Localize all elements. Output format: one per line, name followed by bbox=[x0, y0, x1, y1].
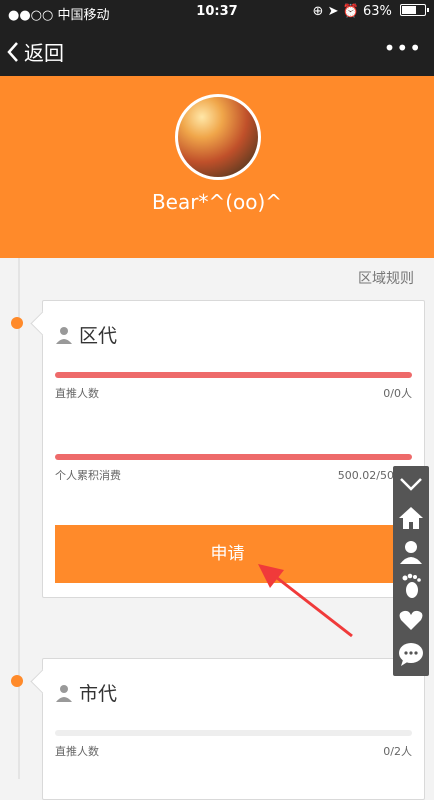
footprint-icon bbox=[402, 573, 421, 598]
chevron-left-icon bbox=[7, 41, 18, 62]
metric-label: 直推人数 bbox=[55, 745, 99, 758]
alarm-icon: ⏰ bbox=[342, 4, 359, 19]
progress-bar-spending bbox=[55, 454, 412, 460]
timeline-line bbox=[18, 258, 20, 779]
heart-icon bbox=[399, 610, 423, 630]
nav-bar: 返回 ••• bbox=[0, 24, 434, 76]
floating-toolbar bbox=[393, 466, 429, 676]
collapse-button[interactable] bbox=[393, 468, 429, 500]
progress-bar-referrals bbox=[55, 730, 412, 736]
profile-button[interactable] bbox=[393, 536, 429, 568]
user-icon bbox=[56, 684, 72, 702]
annotation-arrow bbox=[258, 564, 353, 638]
back-label: 返回 bbox=[24, 41, 64, 65]
progress-bar-referrals bbox=[55, 372, 412, 378]
chevron-down-icon bbox=[400, 478, 422, 491]
back-button[interactable]: 返回 bbox=[6, 37, 64, 66]
metric-value: 0/0人 bbox=[383, 387, 412, 400]
battery-percent: 63% bbox=[362, 4, 392, 19]
timeline-dot bbox=[11, 317, 23, 329]
metric-label: 直推人数 bbox=[55, 387, 99, 400]
card-title: 区代 bbox=[55, 321, 117, 348]
favorites-button[interactable] bbox=[393, 604, 429, 636]
home-button[interactable] bbox=[393, 502, 429, 534]
footprint-button[interactable] bbox=[393, 570, 429, 602]
status-right: ⊕ ➤ ⏰ 63% bbox=[312, 4, 429, 19]
region-rules-link[interactable]: 区域规则 bbox=[358, 268, 414, 288]
card-title-text: 区代 bbox=[79, 325, 118, 347]
card-title-text: 市代 bbox=[79, 683, 118, 705]
avatar[interactable] bbox=[175, 94, 261, 180]
user-icon bbox=[400, 541, 422, 564]
battery-icon bbox=[400, 4, 429, 16]
chat-bubble-icon bbox=[399, 643, 423, 666]
status-bar: ●●○○ 中国移动 10:37 ⊕ ➤ ⏰ 63% bbox=[0, 0, 434, 24]
home-icon bbox=[399, 507, 423, 529]
location-icon: ➤ bbox=[327, 4, 339, 19]
rotation-lock-icon: ⊕ bbox=[312, 4, 324, 19]
chat-button[interactable] bbox=[393, 638, 429, 670]
profile-header: Bear*^(oo)^ bbox=[0, 76, 434, 258]
metric-value: 0/2人 bbox=[383, 745, 412, 758]
timeline-dot bbox=[11, 675, 23, 687]
user-icon bbox=[56, 326, 72, 344]
agent-card-district: 区代 直推人数 0/0人 个人累积消费 500.02/500元 申请 bbox=[42, 300, 425, 598]
username: Bear*^(oo)^ bbox=[151, 190, 283, 214]
more-options-button[interactable]: ••• bbox=[384, 36, 422, 60]
metric-label: 个人累积消费 bbox=[55, 469, 121, 482]
card-title: 市代 bbox=[55, 679, 117, 706]
